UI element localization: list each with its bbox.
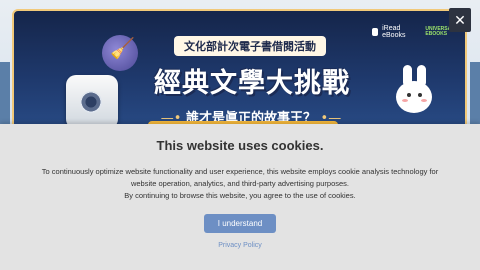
rabbit-eye-left	[407, 93, 411, 97]
banner-title: 經典文學大挑戰	[154, 68, 350, 99]
projector-image	[66, 75, 118, 128]
witch-on-broom-icon: 🧹	[110, 38, 135, 60]
rabbit-cheek-right	[421, 99, 427, 102]
rabbit-eye-right	[418, 93, 422, 97]
book-icon	[372, 28, 379, 36]
page-edge-right	[470, 62, 480, 130]
banner-subtitle: 文化部計次電子書借閱活動	[174, 36, 326, 56]
cookie-consent-line-3: By continuing to browse this website, yo…	[124, 191, 356, 200]
cookie-consent-line-1: To continuously optimize website functio…	[41, 167, 439, 176]
brand-name: iRead eBooks	[382, 25, 406, 39]
cookie-consent-line-2: website operation, analytics, and third-…	[130, 179, 350, 188]
cookie-consent-body: To continuously optimize website functio…	[10, 166, 470, 202]
promo-banner[interactable]: 🧹 文化部計次電子書借閱活動 經典文學大挑戰 —• 誰才是眞正的故事王？ •— …	[12, 9, 467, 130]
rabbit-cheek-left	[402, 99, 408, 102]
rabbit-head	[396, 81, 432, 113]
rabbit-mascot-icon	[394, 65, 434, 117]
privacy-policy-link[interactable]: Privacy Policy	[0, 242, 480, 249]
page-edge-left	[0, 62, 10, 130]
close-banner-button[interactable]: ✕	[449, 8, 471, 32]
accept-cookies-button[interactable]: I understand	[204, 214, 276, 233]
cookie-consent-panel: This website uses cookies. To continuous…	[0, 124, 480, 270]
projector-lens-icon	[80, 91, 102, 113]
cookie-consent-title: This website uses cookies.	[156, 138, 324, 153]
close-icon: ✕	[454, 11, 466, 28]
